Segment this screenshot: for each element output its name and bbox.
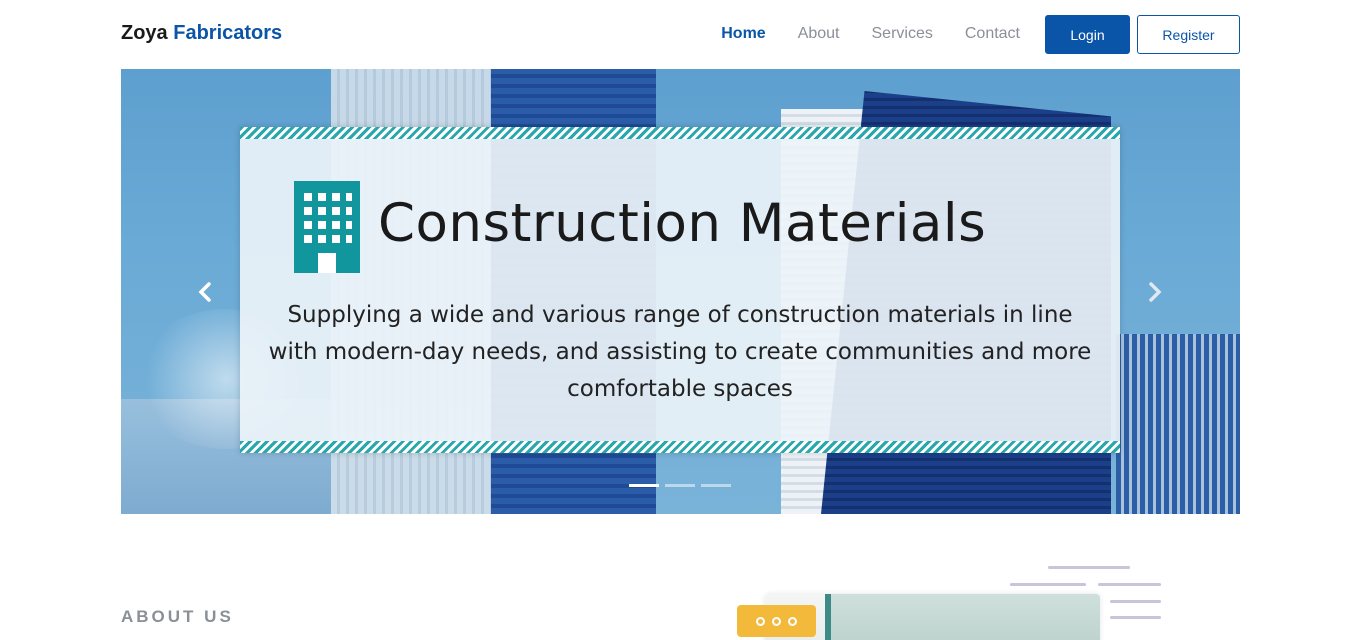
chevron-right-icon — [1149, 282, 1162, 302]
banner-title: Construction Materials — [378, 193, 987, 254]
dot-icon — [788, 616, 797, 626]
about-image-frame — [825, 594, 1100, 640]
chevron-left-icon — [198, 282, 211, 302]
carousel-next-button[interactable] — [1140, 277, 1170, 307]
banner-subtitle: Supplying a wide and various range of co… — [268, 302, 1092, 402]
carousel-indicator-3[interactable] — [701, 484, 731, 487]
login-button[interactable]: Login — [1045, 15, 1130, 54]
hero-carousel: Construction Materials Supplying a wide … — [121, 69, 1240, 514]
brand-name-first: Zoya — [121, 22, 168, 44]
brand-name-second: Fabricators — [173, 22, 283, 44]
nav-link-about[interactable]: About — [798, 25, 840, 43]
banner-stripe-bottom — [240, 441, 1120, 453]
nav-link-services[interactable]: Services — [872, 25, 933, 43]
nav-link-contact[interactable]: Contact — [965, 25, 1020, 43]
carousel-indicator-2[interactable] — [665, 484, 695, 487]
background-building — [1116, 334, 1240, 514]
carousel-prev-button[interactable] — [190, 277, 220, 307]
navbar: Zoya Fabricators Home About Services Con… — [121, 15, 1240, 54]
about-section-label: ABOUT US — [121, 607, 234, 626]
dot-icon — [772, 616, 781, 626]
register-button[interactable]: Register — [1137, 15, 1240, 54]
slide-banner: Construction Materials Supplying a wide … — [240, 127, 1120, 453]
banner-stripe-top — [240, 127, 1120, 139]
main-nav: Home About Services Contact — [689, 25, 1020, 43]
carousel-indicators — [629, 484, 731, 487]
nav-link-home[interactable]: Home — [721, 25, 765, 43]
building-icon — [294, 181, 360, 273]
window-dots-chip — [737, 605, 816, 637]
carousel-indicator-1[interactable] — [629, 484, 659, 487]
brand-logo[interactable]: Zoya Fabricators — [121, 22, 282, 45]
dot-icon — [756, 616, 765, 626]
